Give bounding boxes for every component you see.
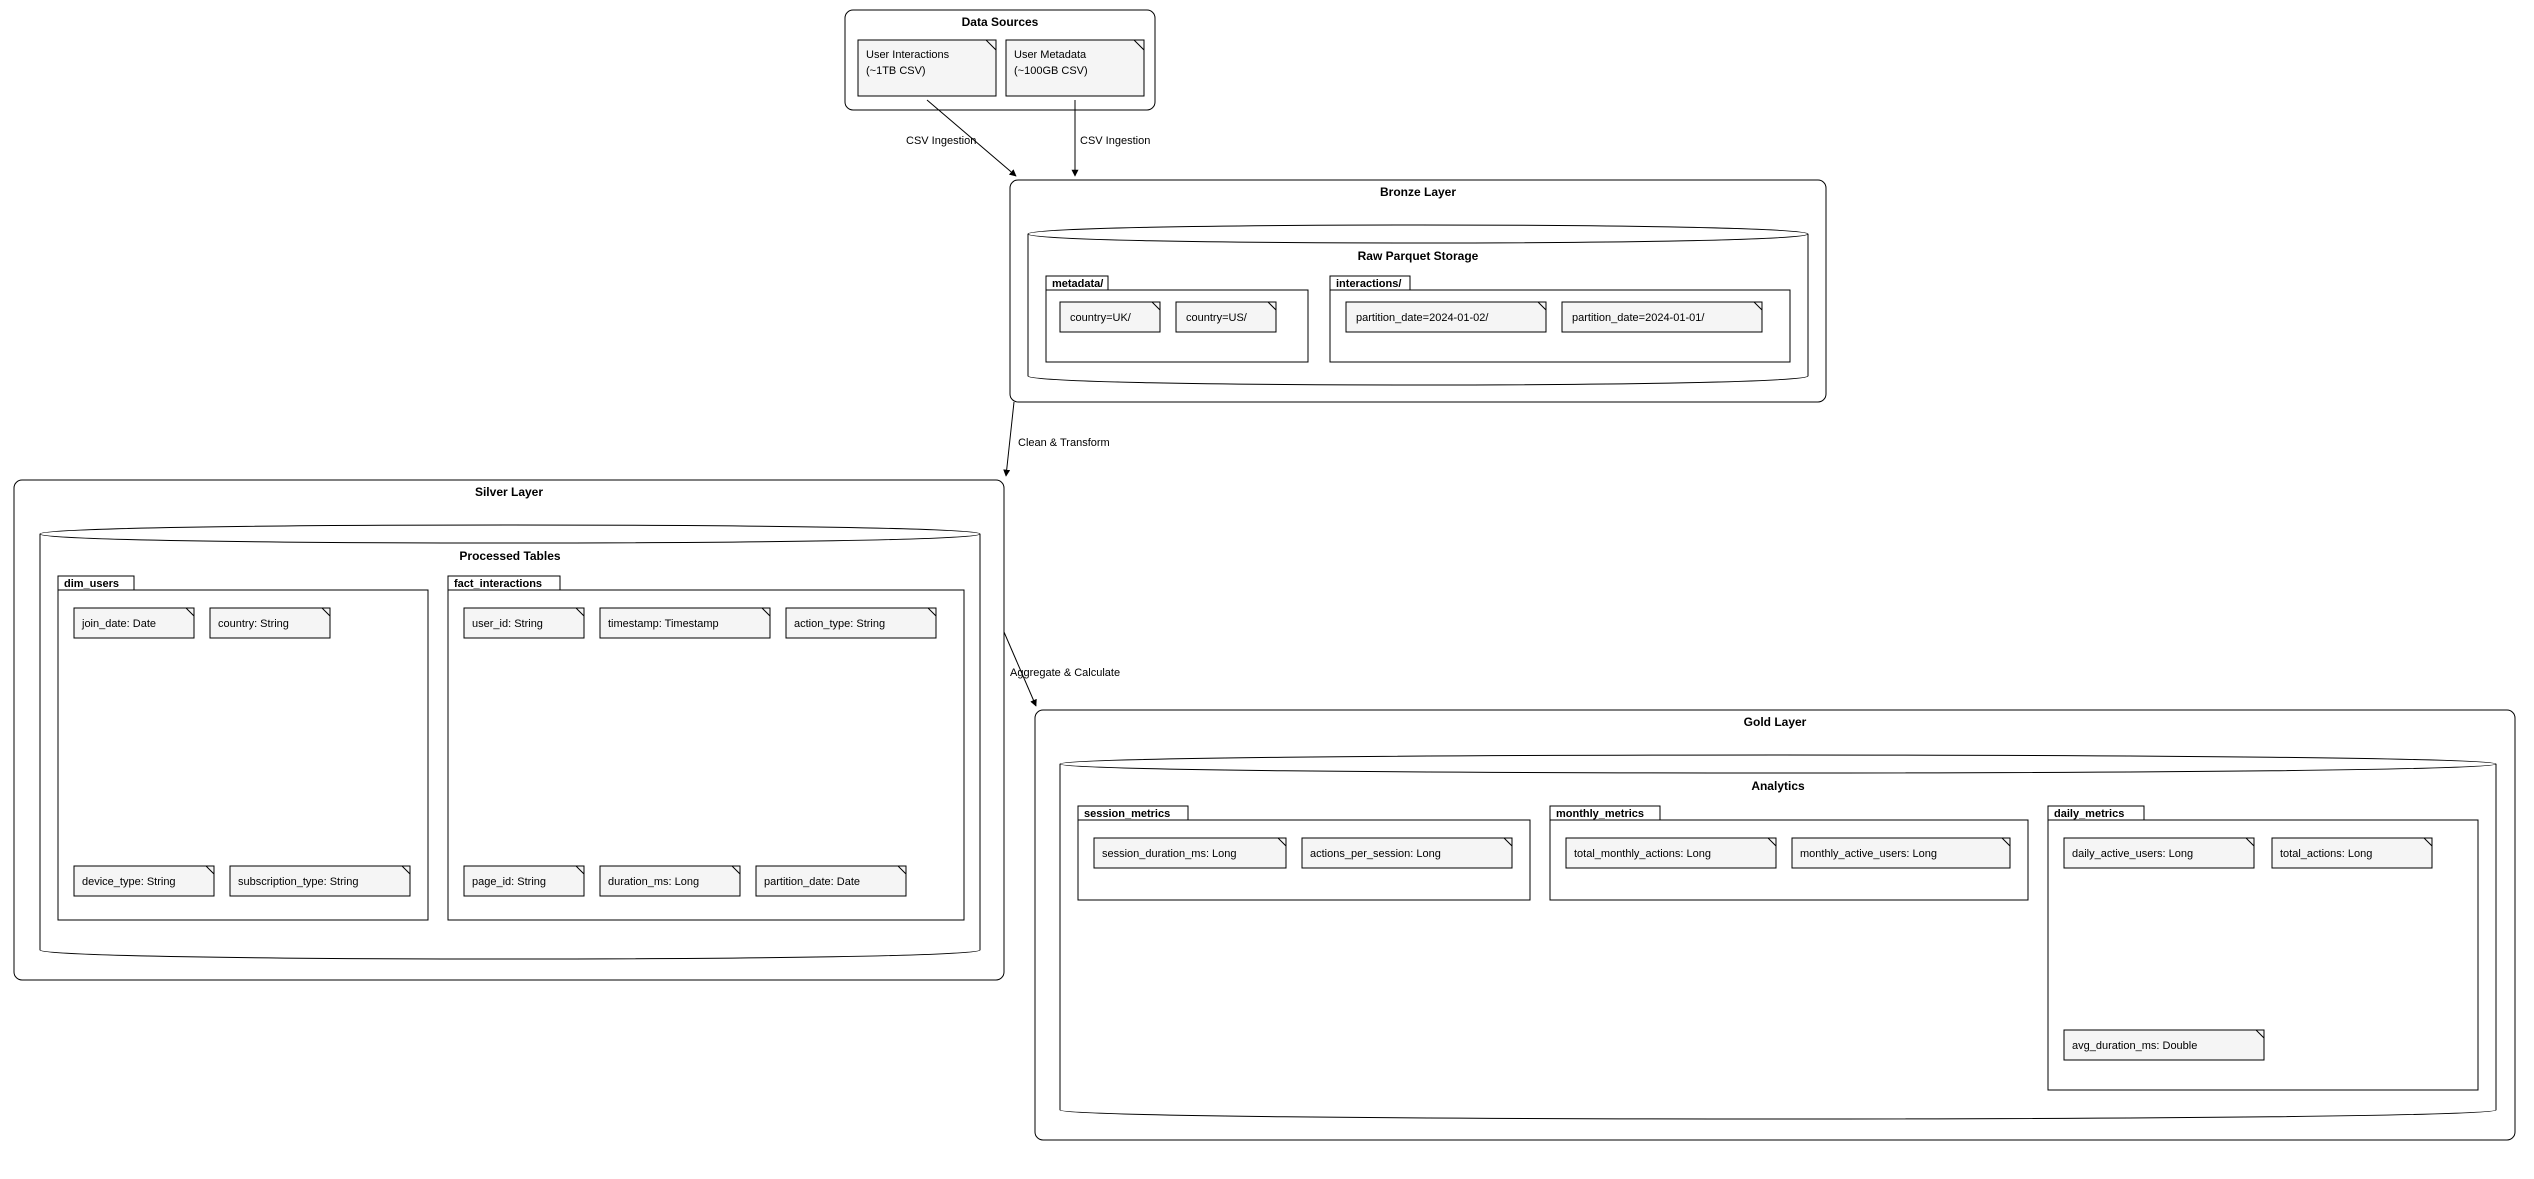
svg-text:country: String: country: String [218,618,289,630]
svg-text:duration_ms: Long: duration_ms: Long [608,876,699,888]
layer-gold: Gold Layer Analytics session_metrics ses… [1035,710,2515,1140]
layer-data-sources: Data Sources User Interactions (~1TB CSV… [845,10,1155,110]
svg-text:dim_users: dim_users [64,578,119,590]
svg-text:Raw Parquet Storage: Raw Parquet Storage [1358,249,1479,263]
svg-text:daily_active_users: Long: daily_active_users: Long [2072,848,2193,860]
svg-text:user_id: String: user_id: String [472,618,543,630]
note-country-uk: country=UK/ [1060,302,1160,332]
folder-dim-users: dim_users join_date: Date country: Strin… [58,576,428,920]
svg-text:country=US/: country=US/ [1186,312,1248,324]
note-part-0102: partition_date=2024-01-02/ [1346,302,1546,332]
layer-title-bronze: Bronze Layer [1380,185,1456,199]
db-analytics: Analytics session_metrics session_durati… [1060,755,2496,1119]
svg-text:subscription_type: String: subscription_type: String [238,876,358,888]
svg-text:partition_date=2024-01-01/: partition_date=2024-01-01/ [1572,312,1705,324]
folder-interactions: interactions/ partition_date=2024-01-02/… [1330,276,1790,362]
svg-text:Data Sources: Data Sources [962,15,1039,29]
svg-text:join_date: Date: join_date: Date [81,618,156,630]
svg-text:CSV Ingestion: CSV Ingestion [906,135,976,147]
layer-title-silver: Silver Layer [475,485,543,499]
svg-text:Bronze Layer: Bronze Layer [1380,185,1456,199]
svg-text:CSV Ingestion: CSV Ingestion [1080,135,1150,147]
svg-text:actions_per_session: Long: actions_per_session: Long [1310,848,1441,860]
note-total-actions: total_actions: Long [2272,838,2432,868]
svg-text:(~100GB CSV): (~100GB CSV) [1014,65,1088,77]
note-session-duration: session_duration_ms: Long [1094,838,1286,868]
svg-text:interactions/: interactions/ [1336,278,1401,290]
svg-text:Silver Layer: Silver Layer [475,485,543,499]
svg-text:User Metadata: User Metadata [1014,49,1087,61]
note-duration-ms: duration_ms: Long [600,866,740,896]
svg-text:avg_duration_ms: Double: avg_duration_ms: Double [2072,1040,2197,1052]
folder-metadata: metadata/ country=UK/ country=US/ [1046,276,1308,362]
svg-text:action_type: String: action_type: String [794,618,885,630]
note-user-metadata: User Metadata (~100GB CSV) [1006,40,1144,96]
note-timestamp: timestamp: Timestamp [600,608,770,638]
svg-text:total_actions: Long: total_actions: Long [2280,848,2372,860]
svg-text:partition_date=2024-01-02/: partition_date=2024-01-02/ [1356,312,1489,324]
svg-text:daily_metrics: daily_metrics [2054,808,2124,820]
svg-text:fact_interactions: fact_interactions [454,578,542,590]
svg-text:monthly_active_users: Long: monthly_active_users: Long [1800,848,1937,860]
note-subscription-type: subscription_type: String [230,866,410,896]
svg-text:Aggregate & Calculate: Aggregate & Calculate [1010,667,1120,679]
svg-text:country=UK/: country=UK/ [1070,312,1132,324]
note-country-str: country: String [210,608,330,638]
svg-text:Gold Layer: Gold Layer [1744,715,1807,729]
note-user-interactions: User Interactions (~1TB CSV) [858,40,996,96]
note-device-type: device_type: String [74,866,214,896]
svg-text:session_duration_ms: Long: session_duration_ms: Long [1102,848,1237,860]
svg-text:device_type: String: device_type: String [82,876,176,888]
svg-text:timestamp: Timestamp: timestamp: Timestamp [608,618,719,630]
svg-text:monthly_metrics: monthly_metrics [1556,808,1644,820]
svg-text:(~1TB CSV): (~1TB CSV) [866,65,926,77]
note-join-date: join_date: Date [74,608,194,638]
db-raw-parquet: Raw Parquet Storage metadata/ country=UK… [1028,225,1808,385]
svg-text:Analytics: Analytics [1751,779,1805,793]
svg-text:Clean & Transform: Clean & Transform [1018,437,1110,449]
layer-title-gold: Gold Layer [1744,715,1807,729]
svg-text:page_id: String: page_id: String [472,876,546,888]
note-partition-date: partition_date: Date [756,866,906,896]
svg-text:User Interactions: User Interactions [866,49,950,61]
svg-text:Processed Tables: Processed Tables [459,549,560,563]
folder-monthly-metrics: monthly_metrics total_monthly_actions: L… [1550,806,2028,900]
folder-session-metrics: session_metrics session_duration_ms: Lon… [1078,806,1530,900]
note-actions-per-session: actions_per_session: Long [1302,838,1512,868]
layer-bronze: Bronze Layer Raw Parquet Storage metadat… [1010,180,1826,402]
folder-daily-metrics: daily_metrics daily_active_users: Long t… [2048,806,2478,1090]
db-processed-tables: Processed Tables dim_users join_date: Da… [40,525,980,959]
note-total-monthly: total_monthly_actions: Long [1566,838,1776,868]
note-user-id: user_id: String [464,608,584,638]
svg-text:session_metrics: session_metrics [1084,808,1170,820]
svg-text:metadata/: metadata/ [1052,278,1103,290]
note-action-type: action_type: String [786,608,936,638]
diagram-canvas: Data Sources User Interactions (~1TB CSV… [0,0,2534,1179]
layer-silver: Silver Layer Processed Tables dim_users … [14,480,1004,980]
svg-text:total_monthly_actions: Long: total_monthly_actions: Long [1574,848,1711,860]
svg-text:partition_date: Date: partition_date: Date [764,876,860,888]
note-page-id: page_id: String [464,866,584,896]
note-daily-active: daily_active_users: Long [2064,838,2254,868]
note-part-0101: partition_date=2024-01-01/ [1562,302,1762,332]
folder-fact-interactions: fact_interactions user_id: String timest… [448,576,964,920]
note-avg-duration: avg_duration_ms: Double [2064,1030,2264,1060]
layer-title-sources: Data Sources [962,15,1039,29]
note-monthly-active: monthly_active_users: Long [1792,838,2010,868]
note-country-us: country=US/ [1176,302,1276,332]
